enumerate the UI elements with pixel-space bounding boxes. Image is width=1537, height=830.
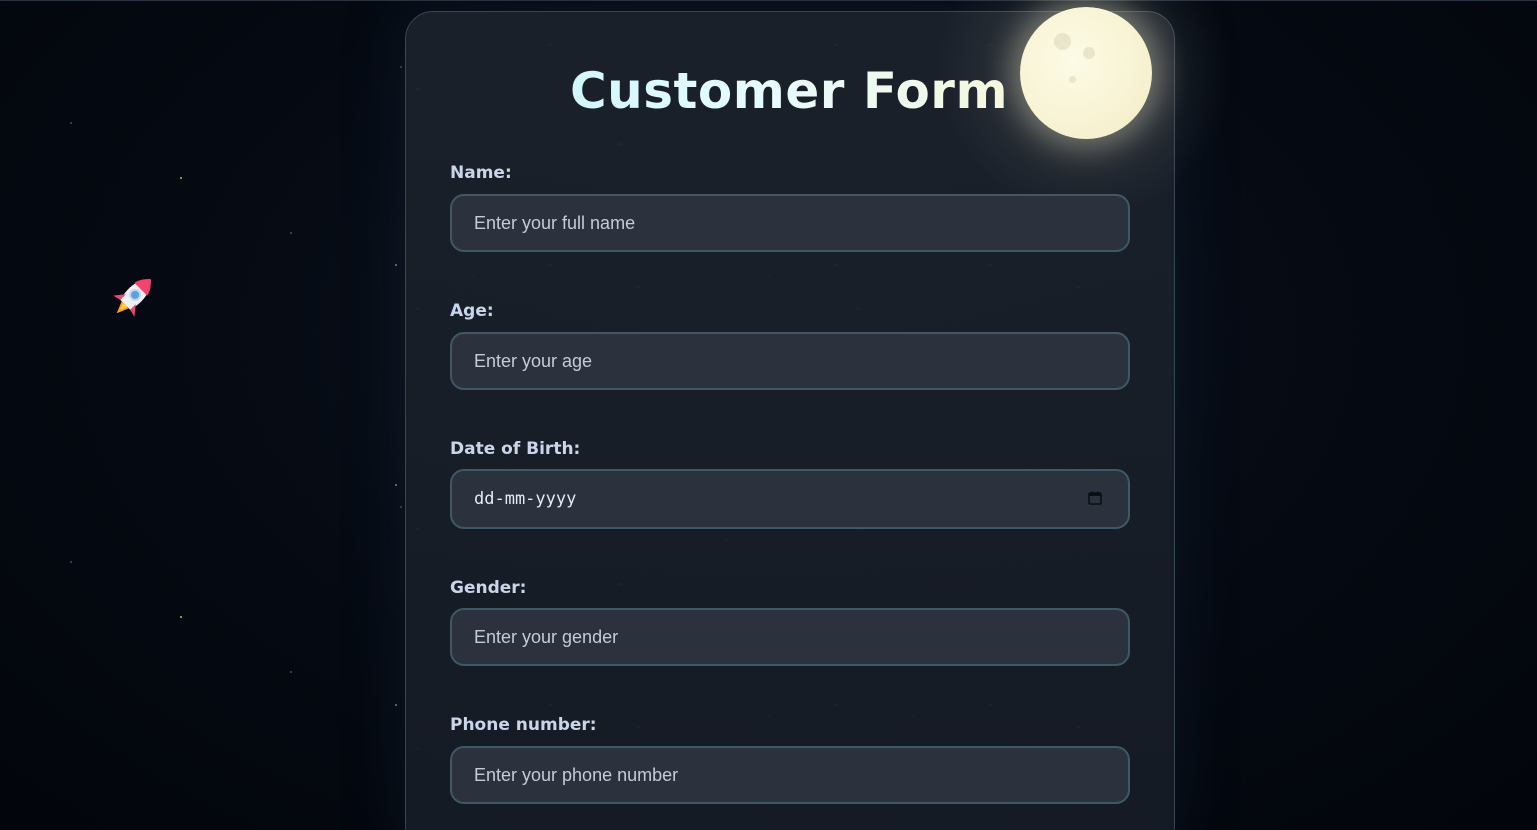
star (70, 122, 72, 124)
dob-label: Date of Birth: (450, 439, 581, 459)
star (395, 264, 397, 266)
name-input[interactable] (450, 194, 1130, 252)
phone-label: Phone number: (450, 715, 597, 735)
page-title: Customer Form (405, 62, 1173, 120)
age-label: Age: (450, 301, 494, 321)
star (400, 66, 402, 68)
name-label: Name: (450, 163, 512, 183)
dob-input[interactable]: dd-mm-yyyy (450, 469, 1130, 529)
rocket-icon (113, 279, 151, 317)
gender-input[interactable] (450, 608, 1130, 666)
age-input[interactable] (450, 332, 1130, 390)
star (180, 616, 182, 618)
top-border (0, 0, 1537, 1)
star (395, 704, 397, 706)
calendar-icon[interactable] (1088, 491, 1102, 505)
star (395, 484, 397, 486)
star (180, 177, 182, 179)
star (290, 671, 292, 673)
dob-placeholder: dd-mm-yyyy (474, 489, 577, 509)
phone-input[interactable] (450, 746, 1130, 804)
star (400, 506, 402, 508)
star (70, 561, 72, 563)
gender-label: Gender: (450, 578, 527, 598)
star (290, 232, 292, 234)
